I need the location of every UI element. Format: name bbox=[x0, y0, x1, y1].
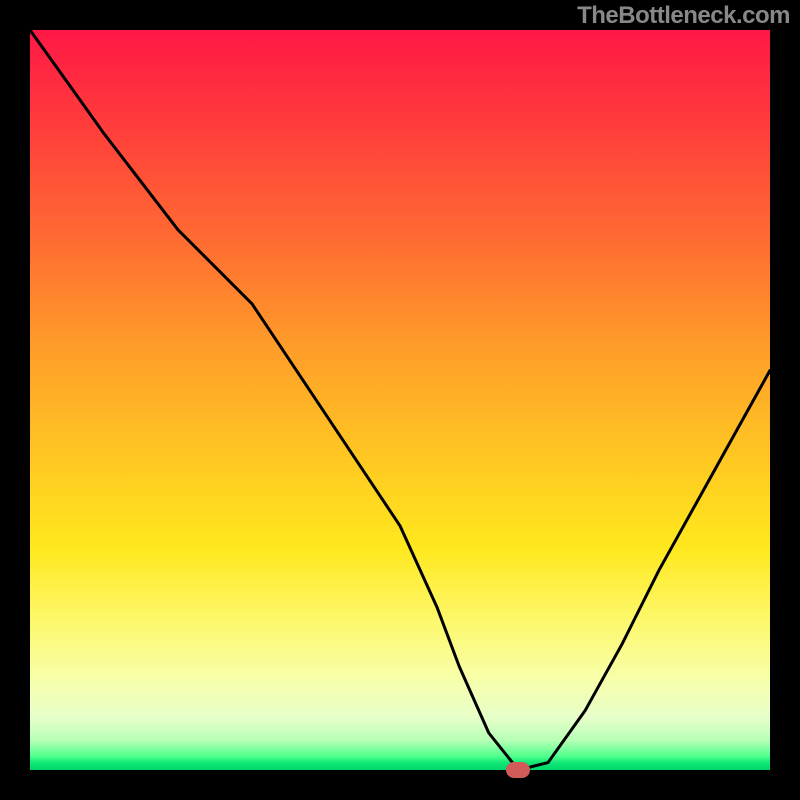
bottleneck-curve bbox=[30, 30, 770, 770]
optimal-point-marker bbox=[506, 762, 530, 778]
plot-area bbox=[30, 30, 770, 770]
chart-container: TheBottleneck.com bbox=[0, 0, 800, 800]
watermark-text: TheBottleneck.com bbox=[577, 2, 790, 30]
